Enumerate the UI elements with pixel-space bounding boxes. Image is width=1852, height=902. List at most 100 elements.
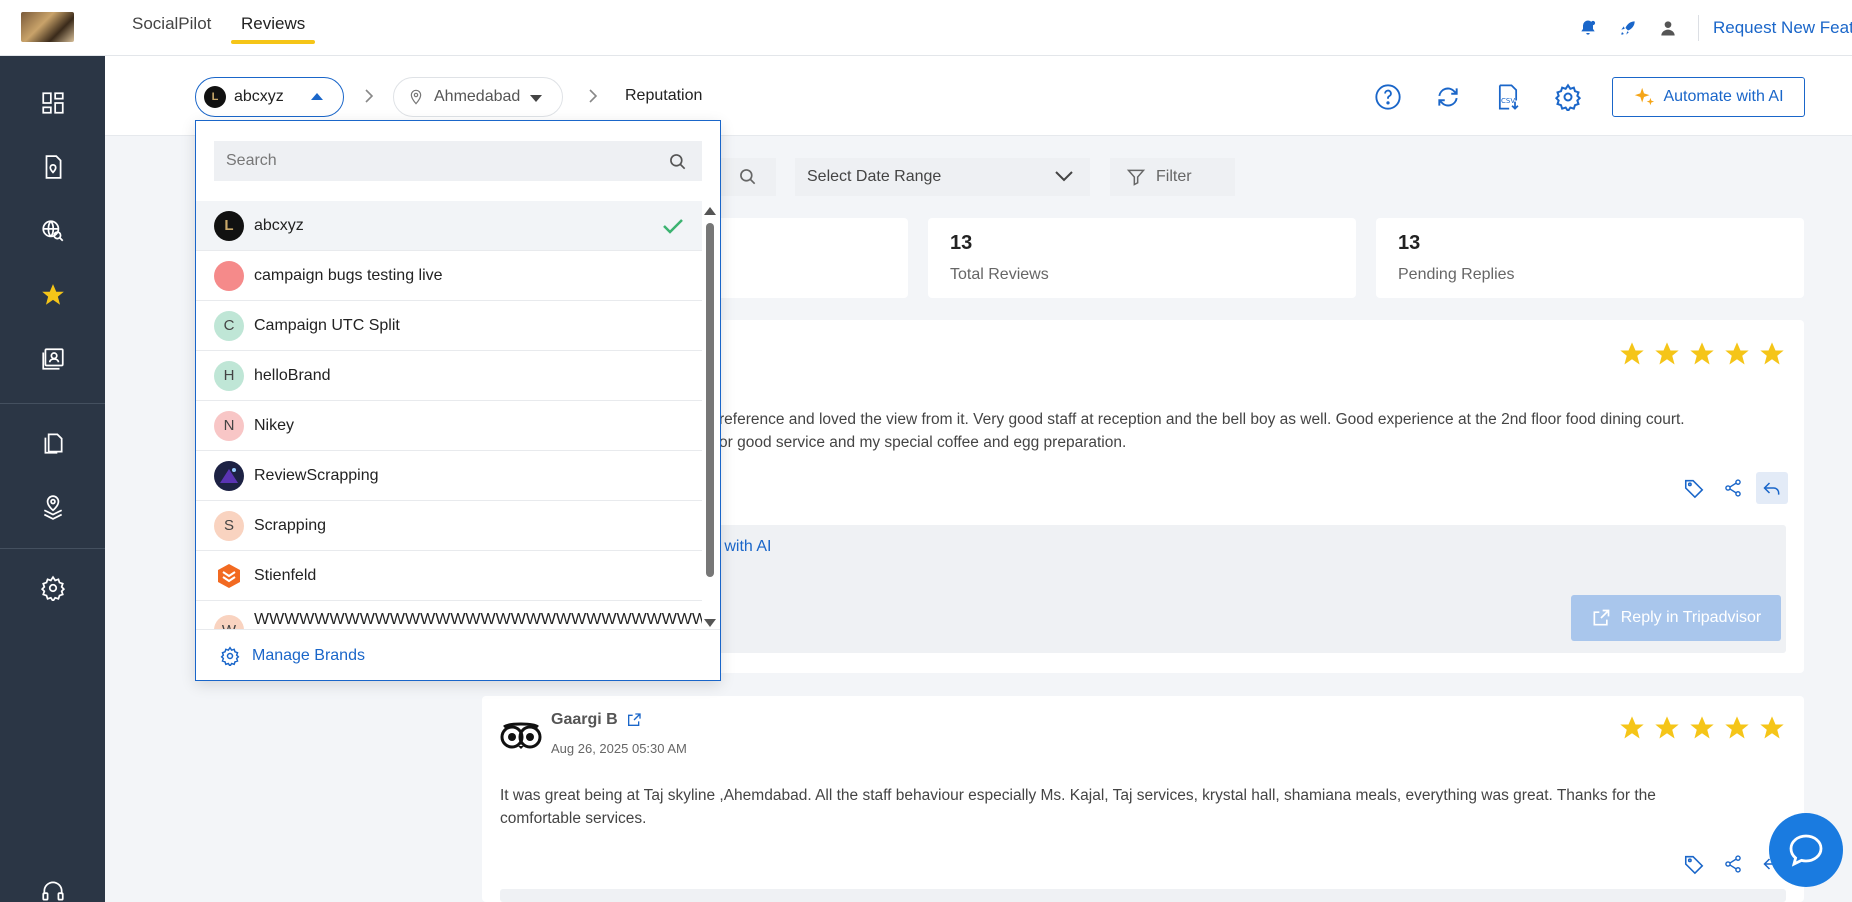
review-actions bbox=[1671, 472, 1788, 504]
brand-avatar: W bbox=[214, 615, 244, 629]
brand-avatar: N bbox=[214, 410, 244, 441]
brand-item-label: Stienfeld bbox=[254, 566, 317, 584]
review-text-line: or good service and my special coffee an… bbox=[719, 434, 1127, 451]
star-rating bbox=[1611, 340, 1786, 368]
chevron-right-icon bbox=[587, 88, 599, 109]
brand-list: L abcxyz campaign bugs testing live C Ca… bbox=[196, 201, 702, 629]
brand-avatar: H bbox=[214, 360, 244, 391]
document-location-icon[interactable] bbox=[0, 142, 105, 192]
request-feature-link[interactable]: Request New Feature bbox=[1713, 18, 1852, 38]
review-card: Gaargi B Aug 26, 2025 05:30 AM It was gr… bbox=[482, 696, 1804, 902]
tripadvisor-logo-icon bbox=[500, 720, 542, 755]
check-icon bbox=[663, 219, 683, 234]
brand-item-label: ReviewScrapping bbox=[254, 466, 379, 484]
brand-item-campaign-utc[interactable]: C Campaign UTC Split bbox=[196, 301, 702, 351]
csv-export-icon[interactable]: CSV bbox=[1492, 81, 1524, 113]
brand-search-field bbox=[214, 141, 702, 181]
app-logo[interactable] bbox=[21, 12, 74, 42]
reply-in-tripadvisor-button[interactable]: Reply in Tripadvisor bbox=[1571, 595, 1781, 641]
dashboard-grid-icon[interactable] bbox=[0, 78, 105, 128]
top-divider bbox=[1698, 15, 1699, 41]
share-icon[interactable] bbox=[1717, 472, 1749, 504]
location-name: Ahmedabad bbox=[434, 88, 521, 105]
brand-item-label: helloBrand bbox=[254, 366, 331, 384]
refresh-icon[interactable] bbox=[1432, 81, 1464, 113]
brand-avatar: C bbox=[214, 310, 244, 341]
tag-icon[interactable] bbox=[1678, 848, 1710, 880]
brand-item-hellobrand[interactable]: H helloBrand bbox=[196, 351, 702, 401]
reviewer-name[interactable]: Gaargi B bbox=[551, 711, 642, 729]
filter-funnel-icon bbox=[1126, 169, 1146, 186]
review-date: Aug 26, 2025 05:30 AM bbox=[551, 741, 687, 756]
location-pin-icon bbox=[410, 89, 422, 105]
brand-item-wwww[interactable]: W WWWWWWWWWWWWWWWWWWWWWWWWWWWWWW bbox=[196, 601, 702, 629]
settings-gear-icon[interactable] bbox=[1552, 81, 1584, 113]
review-text-line: reference and loved the view from it. Ve… bbox=[719, 411, 1685, 428]
globe-search-icon[interactable] bbox=[0, 206, 105, 256]
review-search-button[interactable] bbox=[720, 158, 776, 196]
scroll-up-arrow[interactable] bbox=[704, 207, 716, 215]
scroll-down-arrow[interactable] bbox=[704, 619, 716, 627]
date-range-label: Select Date Range bbox=[807, 168, 942, 185]
rocket-icon[interactable] bbox=[1614, 14, 1642, 42]
date-range-select[interactable]: Select Date Range bbox=[795, 158, 1090, 196]
tag-icon[interactable] bbox=[1678, 472, 1710, 504]
top-bar: SocialPilot Reviews Request New Feature bbox=[0, 0, 1852, 56]
external-link-icon[interactable] bbox=[626, 712, 642, 728]
scroll-thumb[interactable] bbox=[706, 223, 714, 577]
brand-item-scrapping[interactable]: S Scrapping bbox=[196, 501, 702, 551]
external-link-icon bbox=[1593, 609, 1610, 626]
star-icon bbox=[1690, 342, 1714, 365]
tab-socialpilot[interactable]: SocialPilot bbox=[132, 14, 211, 34]
brand-item-stienfeld[interactable]: Stienfeld bbox=[196, 551, 702, 601]
location-selector[interactable]: Ahmedabad bbox=[393, 77, 563, 117]
stat-label: Pending Replies bbox=[1398, 266, 1515, 283]
top-icons: Request New Feature bbox=[1562, 14, 1852, 42]
brand-item-label: abcxyz bbox=[254, 216, 304, 234]
location-layers-icon[interactable] bbox=[0, 482, 105, 532]
brand-avatar bbox=[214, 560, 244, 591]
filter-label: Filter bbox=[1156, 168, 1192, 185]
sidebar bbox=[0, 56, 105, 902]
automate-with-ai-button[interactable]: Automate with AI bbox=[1612, 77, 1805, 117]
brand-item-campaign-bugs[interactable]: campaign bugs testing live bbox=[196, 251, 702, 301]
user-icon[interactable] bbox=[1654, 14, 1682, 42]
brand-name: abcxyz bbox=[234, 88, 284, 105]
chevron-right-icon bbox=[363, 88, 375, 109]
manage-brands-link[interactable]: Manage Brands bbox=[196, 629, 720, 681]
profile-card-icon[interactable] bbox=[0, 334, 105, 384]
star-icon bbox=[1655, 716, 1679, 739]
star-icon bbox=[1760, 716, 1784, 739]
brand-avatar: S bbox=[214, 510, 244, 541]
stat-card-pending-replies: 13 Pending Replies bbox=[1376, 218, 1804, 298]
brand-item-label: WWWWWWWWWWWWWWWWWWWWWWWWWWWWWW bbox=[254, 611, 702, 628]
caret-up-icon bbox=[311, 93, 323, 100]
sidebar-divider bbox=[0, 403, 105, 404]
brand-item-label: Campaign UTC Split bbox=[254, 316, 400, 334]
help-icon[interactable] bbox=[1372, 81, 1404, 113]
brand-search-input[interactable] bbox=[226, 152, 646, 170]
brand-avatar bbox=[214, 460, 244, 491]
share-icon[interactable] bbox=[1717, 848, 1749, 880]
brand-list-scrollbar[interactable] bbox=[703, 207, 717, 627]
brand-dropdown: L abcxyz campaign bugs testing live C Ca… bbox=[195, 120, 721, 681]
tab-reviews[interactable]: Reviews bbox=[230, 14, 316, 44]
headset-icon[interactable] bbox=[0, 866, 105, 902]
notification-bell-icon[interactable] bbox=[1574, 14, 1602, 42]
settings-gear-icon[interactable] bbox=[0, 563, 105, 613]
brand-item-reviewscrapping[interactable]: ReviewScrapping bbox=[196, 451, 702, 501]
star-icon bbox=[1760, 342, 1784, 365]
brand-item-nikey[interactable]: N Nikey bbox=[196, 401, 702, 451]
copy-pages-icon[interactable] bbox=[0, 418, 105, 468]
automate-label: Automate with AI bbox=[1663, 88, 1784, 105]
brand-selector[interactable]: L abcxyz bbox=[195, 77, 344, 117]
star-icon[interactable] bbox=[0, 270, 105, 320]
reviewer-name-text: Gaargi B bbox=[551, 711, 618, 728]
chat-support-button[interactable] bbox=[1769, 813, 1843, 887]
brand-avatar: L bbox=[204, 86, 226, 108]
brand-item-abcxyz[interactable]: L abcxyz bbox=[196, 201, 702, 251]
filter-button[interactable]: Filter bbox=[1110, 158, 1235, 196]
reply-icon[interactable] bbox=[1756, 472, 1788, 504]
star-rating bbox=[1611, 714, 1786, 742]
review-text: It was great being at Taj skyline ,Ahemd… bbox=[500, 784, 1656, 830]
